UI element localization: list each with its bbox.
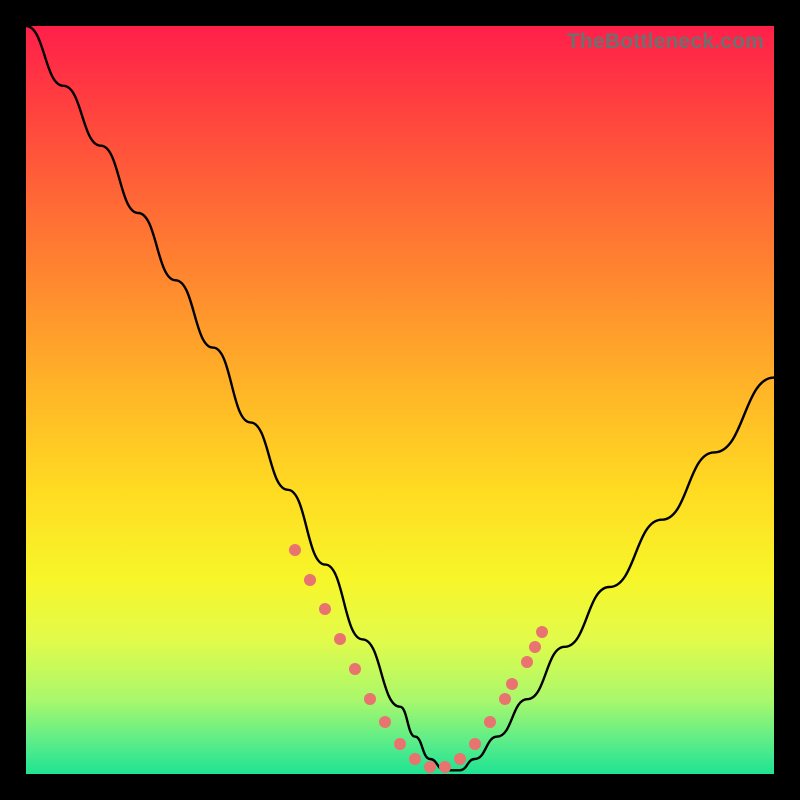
highlight-dot: [304, 574, 316, 586]
highlight-dot: [349, 663, 361, 675]
highlight-dot: [364, 693, 376, 705]
highlight-dot: [394, 738, 406, 750]
highlight-dot: [319, 603, 331, 615]
highlight-dot: [454, 753, 466, 765]
highlight-dot: [484, 716, 496, 728]
highlight-dot: [529, 641, 541, 653]
plot-area: TheBottleneck.com: [26, 26, 774, 774]
highlight-dot: [379, 716, 391, 728]
highlight-dot: [289, 544, 301, 556]
highlight-dot: [506, 678, 518, 690]
highlight-dot: [536, 626, 548, 638]
highlight-dot: [424, 761, 436, 773]
highlight-dot: [499, 693, 511, 705]
highlight-dot: [439, 761, 451, 773]
highlight-dot: [409, 753, 421, 765]
bottleneck-curve: [26, 26, 774, 770]
chart-canvas: TheBottleneck.com: [0, 0, 800, 800]
highlight-dot: [521, 656, 533, 668]
highlight-dot: [334, 633, 346, 645]
highlight-dot: [469, 738, 481, 750]
curve-layer: [26, 26, 774, 774]
